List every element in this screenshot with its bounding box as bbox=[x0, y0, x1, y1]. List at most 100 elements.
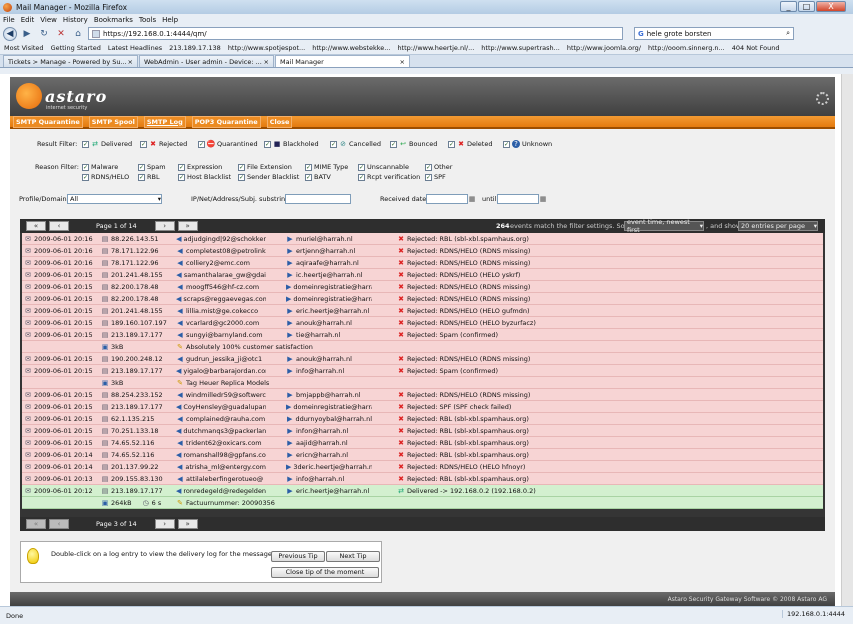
checkbox[interactable]: ✓ bbox=[425, 173, 432, 181]
checkbox[interactable]: ✓ bbox=[198, 140, 205, 148]
bookmark-item[interactable]: http://ooom.sinnerg.n... bbox=[648, 44, 725, 52]
menu-history[interactable]: History bbox=[63, 16, 88, 24]
table-row[interactable]: ✉ 2009-06-01 20:14 ▤ 201.137.99.22 ◀ atrisha_… bbox=[22, 461, 823, 473]
calendar-icon[interactable]: ▦ bbox=[539, 195, 547, 203]
bookmark-item[interactable]: 404 Not Found bbox=[732, 44, 780, 52]
table-row-detail[interactable]: ▣ 264kB ◷ 6 s ✎ Factuurnummer: 20090356 bbox=[22, 497, 823, 509]
bookmark-item[interactable]: http://www.webstekke... bbox=[312, 44, 390, 52]
menu-bookmarks[interactable]: Bookmarks bbox=[94, 16, 133, 24]
table-row[interactable]: ✉ 2009-06-01 20:15 ▤ 88.254.233.152 ◀ windmil… bbox=[22, 389, 823, 401]
result-filter-unknown[interactable]: ✓? Unknown bbox=[503, 140, 552, 148]
home-icon[interactable]: ⌂ bbox=[71, 27, 85, 41]
reason-other[interactable]: ✓ Other bbox=[425, 163, 452, 171]
nav-pop3-quarantine[interactable]: POP3 Quarantine bbox=[191, 115, 261, 128]
reason-host-blacklist[interactable]: ✓ Host Blacklist bbox=[178, 173, 231, 181]
forward-icon[interactable]: ▶ bbox=[20, 27, 34, 41]
received-until-input[interactable] bbox=[497, 194, 539, 204]
reason-mime-type[interactable]: ✓ MIME Type bbox=[305, 163, 348, 171]
result-filter-delivered[interactable]: ✓ ⇄ Delivered bbox=[82, 140, 132, 148]
table-row[interactable]: ✉ 2009-06-01 20:15 ▤ 189.160.107.197 ◀ vcarla… bbox=[22, 317, 823, 329]
table-row[interactable]: ✉ 2009-06-01 20:15 ▤ 62.1.135.215 ◀ complaine… bbox=[22, 413, 823, 425]
reason-expression[interactable]: ✓ Expression bbox=[178, 163, 222, 171]
reason-spf[interactable]: ✓ SPF bbox=[425, 173, 446, 181]
checkbox[interactable]: ✓ bbox=[330, 140, 337, 148]
checkbox[interactable]: ✓ bbox=[178, 163, 185, 171]
stop-icon[interactable]: ✕ bbox=[54, 27, 68, 41]
checkbox[interactable]: ✓ bbox=[425, 163, 432, 171]
ip-substring-input[interactable] bbox=[285, 194, 351, 204]
reason-rbl[interactable]: ✓ RBL bbox=[138, 173, 160, 181]
table-row[interactable]: ✉ 2009-06-01 20:15 ▤ 213.189.17.177 ◀ CoyHens… bbox=[22, 401, 823, 413]
bookmark-item[interactable]: http://www.joomla.org/ bbox=[567, 44, 641, 52]
table-row-detail[interactable]: ▣ 3kB ✎ Absolutely 100% customer satisfacti… bbox=[22, 341, 823, 353]
checkbox[interactable]: ✓ bbox=[238, 163, 245, 171]
table-row[interactable]: ✉ 2009-06-01 20:15 ▤ 82.200.178.48 ◀ moogff54… bbox=[22, 281, 823, 293]
result-filter-bounced[interactable]: ✓ ↩ Bounced bbox=[390, 140, 437, 148]
first-page-button[interactable]: « bbox=[26, 221, 46, 231]
tab-webadmin[interactable]: WebAdmin - User admin - Device: ... × bbox=[139, 55, 274, 67]
nav-smtp-spool[interactable]: SMTP Spool bbox=[88, 115, 138, 128]
bookmark-item[interactable]: http://www.spotjespot... bbox=[228, 44, 305, 52]
last-page-button[interactable]: » bbox=[177, 519, 198, 529]
reason-unscannable[interactable]: ✓ Unscannable bbox=[358, 163, 409, 171]
received-from-input[interactable] bbox=[426, 194, 468, 204]
profile-select[interactable]: All ▾ bbox=[67, 194, 162, 204]
next-page-button[interactable]: › bbox=[154, 519, 175, 529]
table-row[interactable]: ✉ 2009-06-01 20:15 ▤ 190.200.248.12 ◀ gudrun_… bbox=[22, 353, 823, 365]
reason-sender-blacklist[interactable]: ✓ Sender Blacklist bbox=[238, 173, 299, 181]
table-row[interactable]: ✉ 2009-06-01 20:14 ▤ 74.65.52.116 ◀ romanshal… bbox=[22, 449, 823, 461]
table-row[interactable]: ✉ 2009-06-01 20:15 ▤ 201.241.48.155 ◀ samanth… bbox=[22, 269, 823, 281]
reload-icon[interactable]: ↻ bbox=[37, 27, 51, 41]
minimize-button[interactable]: _ bbox=[780, 1, 797, 12]
checkbox[interactable]: ✓ bbox=[264, 140, 271, 148]
table-row[interactable]: ✉ 2009-06-01 20:16 ▤ 78.171.122.96 ◀ colliery… bbox=[22, 257, 823, 269]
result-filter-blackholed[interactable]: ✓ ■ Blackholed bbox=[264, 140, 319, 148]
next-page-button[interactable]: › bbox=[154, 221, 175, 231]
close-tab-icon[interactable]: × bbox=[400, 58, 405, 66]
nav-smtp-log[interactable]: SMTP Log bbox=[143, 115, 186, 128]
checkbox[interactable]: ✓ bbox=[390, 140, 397, 148]
checkbox[interactable]: ✓ bbox=[358, 173, 365, 181]
checkbox[interactable]: ✓ bbox=[448, 140, 455, 148]
checkbox[interactable]: ✓ bbox=[358, 163, 365, 171]
menu-tools[interactable]: Tools bbox=[139, 16, 156, 24]
maximize-button[interactable]: □ bbox=[798, 1, 815, 12]
tab-tickets[interactable]: Tickets > Manage - Powered by Su... × bbox=[3, 55, 138, 67]
calendar-icon[interactable]: ▦ bbox=[468, 195, 476, 203]
last-page-button[interactable]: » bbox=[177, 221, 198, 231]
reason-batv[interactable]: ✓ BATV bbox=[305, 173, 331, 181]
checkbox[interactable]: ✓ bbox=[238, 173, 245, 181]
table-row[interactable]: ✉ 2009-06-01 20:16 ▤ 88.226.143.51 ◀ adjudgin… bbox=[22, 233, 823, 245]
result-filter-rejected[interactable]: ✓ ✖ Rejected bbox=[140, 140, 187, 148]
reason-rdns-helo[interactable]: ✓ RDNS/HELO bbox=[82, 173, 129, 181]
result-filter-deleted[interactable]: ✓ ✖ Deleted bbox=[448, 140, 492, 148]
reason-rcpt-verification[interactable]: ✓ Rcpt verification bbox=[358, 173, 420, 181]
bookmark-item[interactable]: http://www.heertje.nl/... bbox=[397, 44, 474, 52]
prev-page-button[interactable]: ‹ bbox=[49, 519, 69, 529]
table-row[interactable]: ✉ 2009-06-01 20:15 ▤ 213.189.17.177 ◀ yigalo@… bbox=[22, 365, 823, 377]
first-page-button[interactable]: « bbox=[26, 519, 46, 529]
reason-malware[interactable]: ✓ Malware bbox=[82, 163, 118, 171]
checkbox[interactable]: ✓ bbox=[138, 173, 145, 181]
table-row[interactable]: ✉ 2009-06-01 20:15 ▤ 213.189.17.177 ◀ sungyi@… bbox=[22, 329, 823, 341]
checkbox[interactable]: ✓ bbox=[82, 173, 89, 181]
bookmark-item[interactable]: http://www.supertrash... bbox=[481, 44, 560, 52]
table-row[interactable]: ✉ 2009-06-01 20:16 ▤ 78.171.122.96 ◀ complete… bbox=[22, 245, 823, 257]
checkbox[interactable]: ✓ bbox=[305, 163, 312, 171]
close-tab-icon[interactable]: × bbox=[128, 58, 133, 66]
checkbox[interactable]: ✓ bbox=[140, 140, 147, 148]
table-row-detail[interactable]: ▣ 3kB ✎ Tag Heuer Replica Models bbox=[22, 377, 823, 389]
url-bar[interactable]: https://192.168.0.1:4444/qm/ bbox=[88, 27, 623, 40]
vertical-scrollbar[interactable] bbox=[841, 74, 853, 606]
sort-select[interactable]: event time, newest first ▾ bbox=[624, 218, 704, 234]
menu-edit[interactable]: Edit bbox=[21, 16, 35, 24]
table-row[interactable]: ✉ 2009-06-01 20:15 ▤ 70.251.133.18 ◀ dutchman… bbox=[22, 425, 823, 437]
result-filter-cancelled[interactable]: ✓ ⊘ Cancelled bbox=[330, 140, 381, 148]
menu-help[interactable]: Help bbox=[162, 16, 178, 24]
page-size-select[interactable]: 20 entries per page ▾ bbox=[738, 221, 818, 231]
reason-spam[interactable]: ✓ Spam bbox=[138, 163, 166, 171]
checkbox[interactable]: ✓ bbox=[305, 173, 312, 181]
table-row[interactable]: ✉ 2009-06-01 20:15 ▤ 74.65.52.116 ◀ trident62… bbox=[22, 437, 823, 449]
bookmark-item[interactable]: 213.189.17.138 bbox=[169, 44, 221, 52]
checkbox[interactable]: ✓ bbox=[138, 163, 145, 171]
